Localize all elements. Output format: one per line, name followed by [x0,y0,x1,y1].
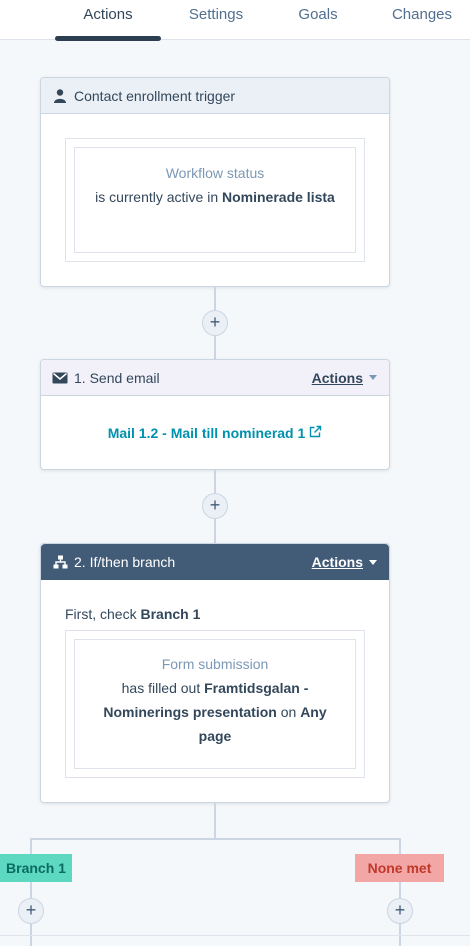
branch-icon [52,554,68,570]
tab-settings[interactable]: Settings [178,6,254,23]
tab-goals[interactable]: Goals [284,6,352,23]
condition-text: is currently active in Nominerade lista [95,189,335,205]
connector-line [214,803,216,839]
branch-1-label[interactable]: Branch 1 [0,854,72,882]
add-action-button[interactable]: + [202,493,228,519]
step2-actions-dropdown[interactable]: Actions [312,554,377,570]
tab-changes[interactable]: Changes [384,6,460,23]
none-met-label[interactable]: None met [355,854,444,882]
send-email-card[interactable]: 1. Send email Actions Mail 1.2 - Mail ti… [40,359,390,470]
add-none-met-action-button[interactable]: + [387,898,413,924]
branch-condition-group: Form submission has filled out Framtidsg… [65,630,365,778]
email-link[interactable]: Mail 1.2 - Mail till nominerad 1 [108,425,323,441]
enrollment-trigger-card[interactable]: Contact enrollment trigger Workflow stat… [40,77,390,287]
active-tab-indicator [55,36,161,41]
send-email-header: 1. Send email Actions [41,360,389,396]
branch-split-line [30,838,401,840]
branch-check: First, check Branch 1 [65,606,201,622]
condition-heading: Workflow status [165,165,265,181]
caret-down-icon [369,375,377,380]
external-link-icon [309,425,322,441]
step1-actions-dropdown[interactable]: Actions [312,370,377,386]
caret-down-icon [369,559,377,565]
add-action-button[interactable]: + [202,310,228,336]
add-branch-action-button[interactable]: + [18,898,44,924]
trigger-header: Contact enrollment trigger [41,78,389,114]
bottom-divider [0,935,470,936]
person-icon [52,88,68,104]
first-branch-name: Branch 1 [140,606,201,622]
if-then-title: 2. If/then branch [74,554,176,570]
trigger-condition-group: Workflow status is currently active in N… [65,138,365,262]
condition-heading: Form submission [161,656,269,672]
trigger-condition[interactable]: Workflow status is currently active in N… [74,147,356,253]
if-then-header: 2. If/then branch Actions [41,544,389,580]
trigger-title: Contact enrollment trigger [74,87,236,104]
branch-condition[interactable]: Form submission has filled out Framtidsg… [74,639,356,769]
tab-bar: Actions Settings Goals Changes [0,0,470,41]
envelope-icon [52,370,68,386]
send-email-title: 1. Send email [74,369,160,386]
list-name: Nominerade lista [222,189,335,205]
if-then-branch-card[interactable]: 2. If/then branch Actions First, check B… [40,543,390,803]
condition-text: has filled out Framtidsgalan - Nominerin… [103,680,327,744]
tab-actions[interactable]: Actions [70,6,146,23]
